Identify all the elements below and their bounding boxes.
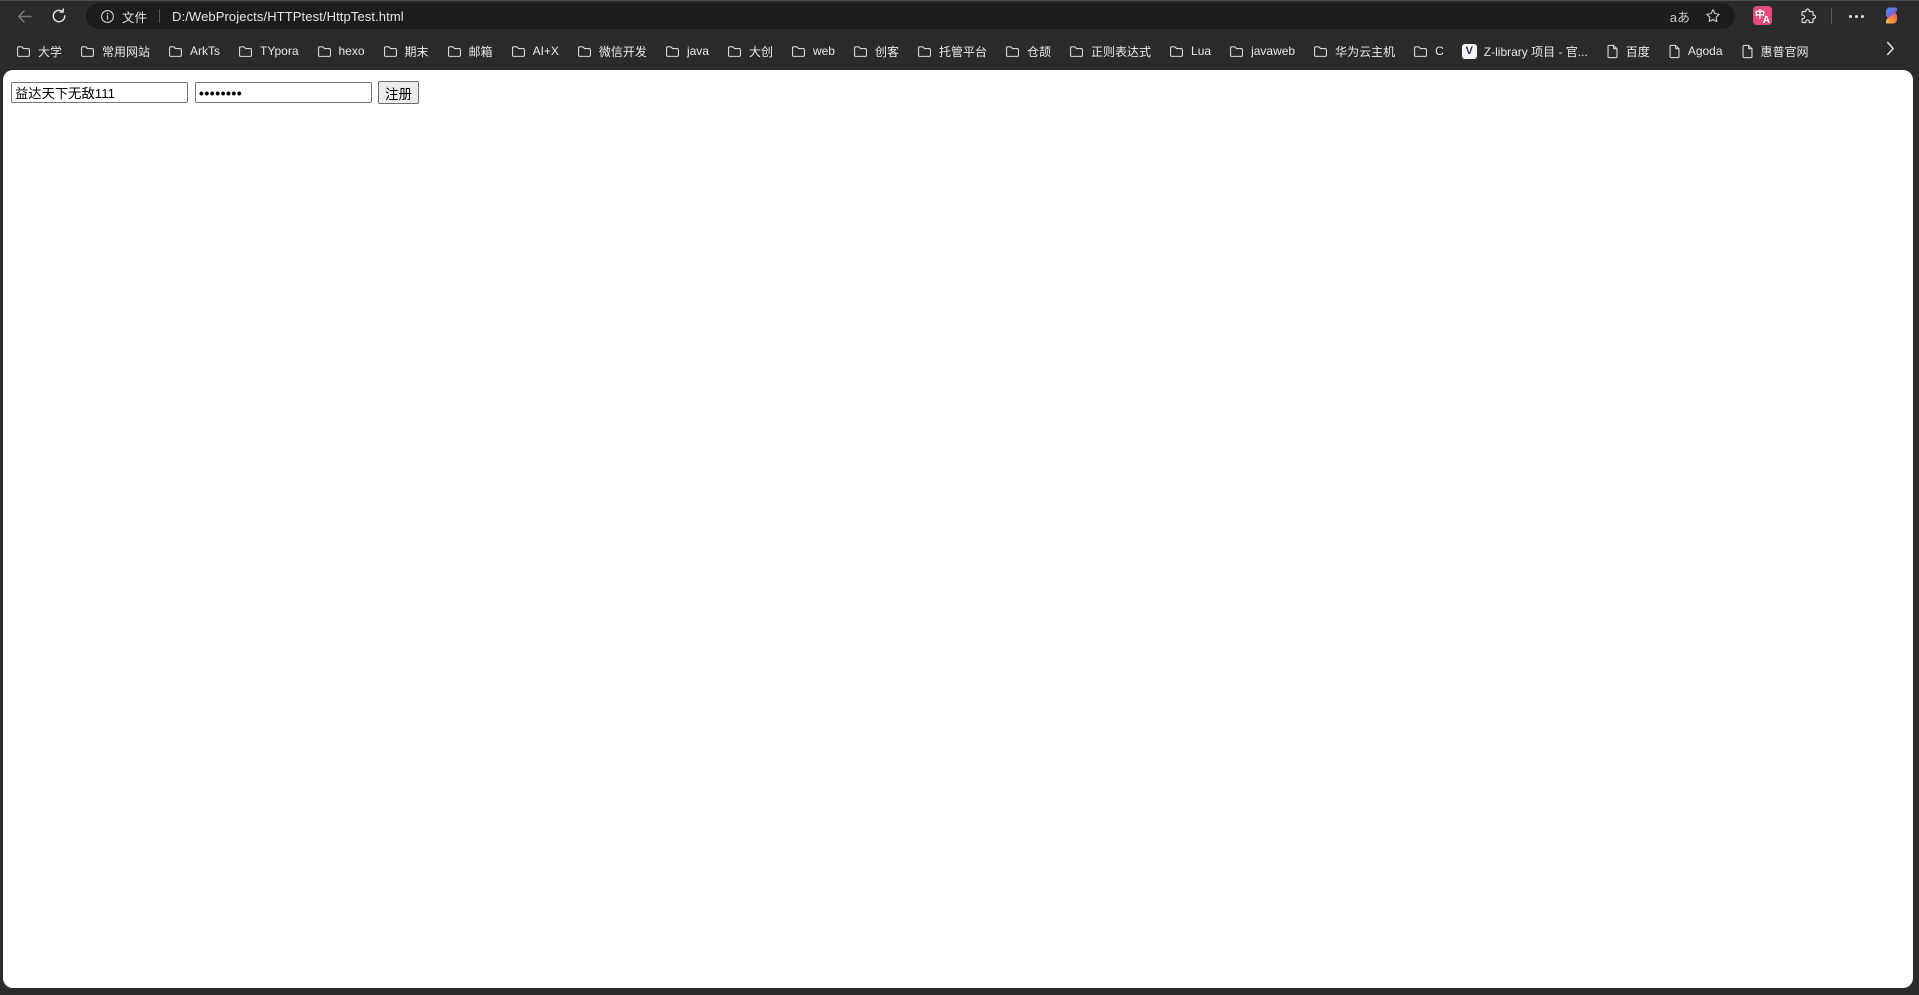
bookmark-label: 创客: [874, 44, 899, 59]
info-icon[interactable]: [100, 9, 115, 24]
bookmark-label: ArkTs: [190, 44, 221, 58]
bookmark-label: hexo: [338, 44, 365, 58]
refresh-icon: [51, 8, 67, 24]
folder-icon: [1413, 45, 1428, 58]
bookmark-label: 大学: [38, 44, 63, 59]
bookmark-label: web: [812, 44, 835, 58]
bookmark-item[interactable]: 惠普官网: [1732, 39, 1818, 64]
bookmark-item[interactable]: ArkTs: [159, 40, 229, 62]
bookmark-label: 仓颉: [1027, 44, 1052, 59]
refresh-button[interactable]: [45, 2, 73, 30]
password-input[interactable]: [195, 82, 372, 103]
favorite-star-icon[interactable]: [1705, 8, 1721, 24]
back-button[interactable]: [10, 2, 38, 30]
folder-icon: [447, 45, 462, 58]
page-icon: [1741, 44, 1754, 59]
bookmark-item[interactable]: 邮箱: [438, 39, 502, 64]
translate-badge-a: A: [1762, 15, 1770, 26]
folder-icon: [1313, 45, 1328, 58]
bookmark-label: 百度: [1625, 44, 1650, 59]
bookmark-label: TYpora: [260, 44, 299, 58]
bookmark-label: 微信开发: [598, 44, 647, 59]
address-bar[interactable]: 文件 D:/WebProjects/HTTPtest/HttpTest.html…: [86, 3, 1735, 29]
bookmark-label: 正则表达式: [1091, 44, 1152, 59]
folder-icon: [1169, 45, 1184, 58]
bookmark-item[interactable]: 创客: [844, 39, 908, 64]
folder-icon: [383, 45, 398, 58]
bookmark-item[interactable]: 托管平台: [908, 39, 996, 64]
folder-icon: [168, 45, 183, 58]
bookmarks-bar: 大学 常用网站 ArkTs TYpora hexo 期末 邮箱 AI+X 微信开发 java 大创 w…: [0, 32, 1879, 70]
bookmark-item[interactable]: Agoda: [1659, 40, 1732, 63]
bookmark-item[interactable]: V Z-library 项目 - 官...: [1453, 39, 1597, 64]
bookmark-item[interactable]: 微信开发: [568, 39, 656, 64]
bookmark-item[interactable]: 大学: [7, 39, 71, 64]
folder-icon: [853, 45, 868, 58]
folder-icon: [1005, 45, 1020, 58]
browser-window: 文件 D:/WebProjects/HTTPtest/HttpTest.html…: [0, 0, 1919, 995]
bookmark-item[interactable]: 常用网站: [71, 39, 159, 64]
bookmark-label: 惠普官网: [1760, 44, 1809, 59]
bookmark-label: 华为云主机: [1335, 44, 1396, 59]
url-text: D:/WebProjects/HTTPtest/HttpTest.html: [172, 8, 404, 24]
bookmark-label: Agoda: [1687, 44, 1723, 58]
bookmark-item[interactable]: java: [656, 40, 718, 62]
browser-toolbar: 文件 D:/WebProjects/HTTPtest/HttpTest.html…: [0, 0, 1919, 32]
bookmark-item[interactable]: 正则表达式: [1060, 39, 1160, 64]
folder-icon: [16, 45, 31, 58]
extensions-puzzle-icon[interactable]: [1799, 7, 1817, 25]
bookmark-item[interactable]: AI+X: [502, 40, 568, 62]
folder-icon: [665, 45, 680, 58]
folder-icon: [511, 45, 526, 58]
site-type-label: 文件: [122, 10, 148, 25]
bookmark-label: Z-library 项目 - 官...: [1483, 44, 1588, 59]
bookmark-item[interactable]: C: [1404, 40, 1453, 62]
settings-menu-icon[interactable]: [1843, 6, 1869, 26]
bookmarks-overflow-chevron-icon[interactable]: [1886, 41, 1895, 56]
bookmark-label: javaweb: [1251, 44, 1296, 58]
webpage-content: 注册: [3, 70, 1913, 988]
address-bar-divider: [159, 9, 161, 23]
bookmark-item[interactable]: TYpora: [229, 40, 307, 62]
bookmark-label: java: [686, 44, 709, 58]
page-icon: [1606, 44, 1619, 59]
back-arrow-icon: [16, 8, 33, 25]
bookmark-item[interactable]: web: [782, 40, 844, 62]
folder-icon: [727, 45, 742, 58]
bookmark-label: 邮箱: [468, 44, 493, 59]
bookmark-item[interactable]: 华为云主机: [1304, 39, 1404, 64]
page-icon: [1668, 44, 1681, 59]
folder-icon: [1229, 45, 1244, 58]
folder-icon: [238, 45, 253, 58]
bookmark-label: 常用网站: [102, 44, 151, 59]
bookmark-item[interactable]: Lua: [1160, 40, 1220, 62]
bookmark-label: C: [1435, 44, 1444, 58]
folder-icon: [791, 45, 806, 58]
toolbar-separator: [1831, 8, 1832, 24]
bookmark-item[interactable]: 期末: [374, 39, 438, 64]
folder-icon: [577, 45, 592, 58]
bookmark-label: 期末: [404, 44, 429, 59]
folder-icon: [80, 45, 95, 58]
bookmark-label: Lua: [1191, 44, 1212, 58]
register-button[interactable]: 注册: [378, 81, 419, 104]
folder-icon: [917, 45, 932, 58]
bookmark-item[interactable]: 大创: [718, 39, 782, 64]
username-input[interactable]: [11, 82, 188, 103]
z-library-favicon: V: [1461, 43, 1477, 59]
bookmark-item[interactable]: javaweb: [1220, 40, 1304, 62]
bookmark-item[interactable]: hexo: [308, 40, 374, 62]
bookmark-label: AI+X: [532, 44, 559, 58]
bookmark-item[interactable]: 百度: [1597, 39, 1659, 64]
folder-icon: [1069, 45, 1084, 58]
bookmark-label: 托管平台: [939, 44, 988, 59]
folder-icon: [317, 45, 332, 58]
bookmark-label: 大创: [748, 44, 773, 59]
bookmark-item[interactable]: 仓颉: [996, 39, 1060, 64]
translate-extension-button[interactable]: 中 A: [1753, 6, 1772, 26]
copilot-icon[interactable]: [1882, 6, 1901, 25]
text-size-icon[interactable]: aあ: [1670, 7, 1690, 26]
